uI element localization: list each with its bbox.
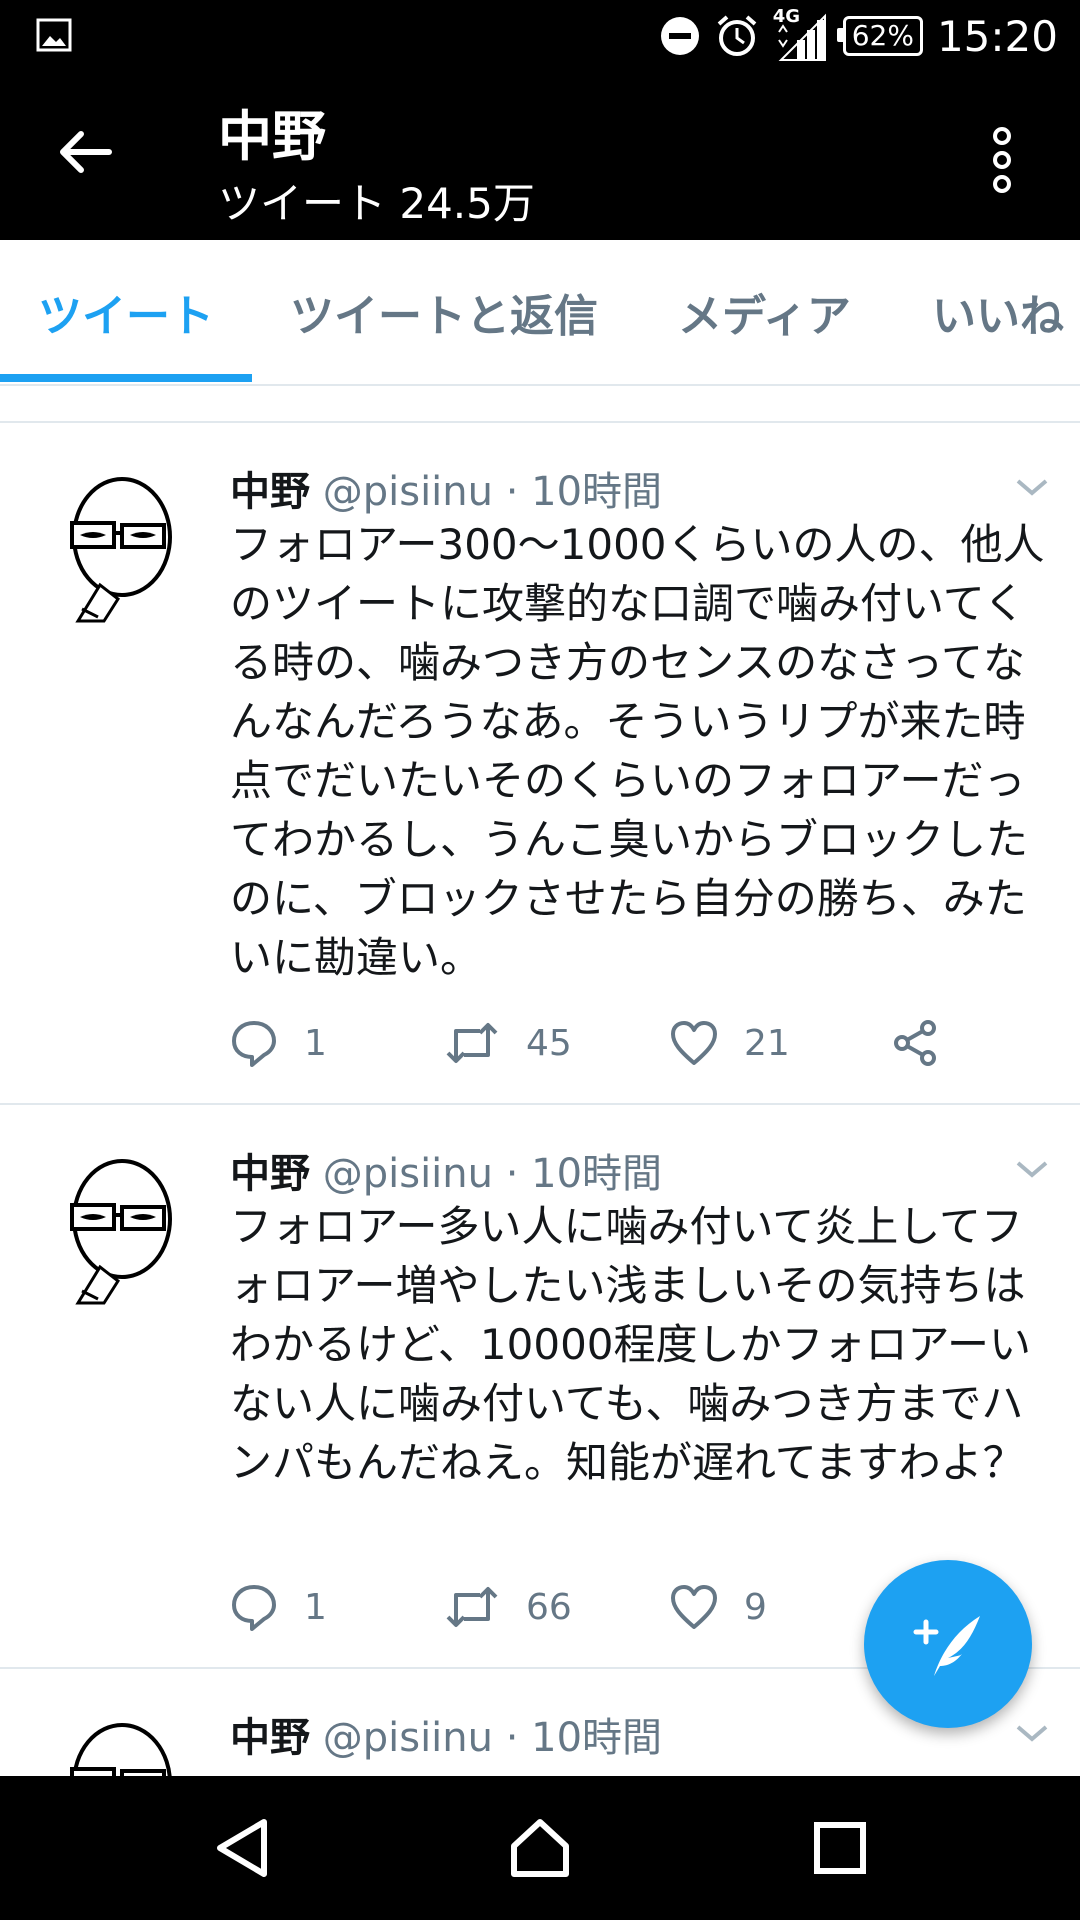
tweet-header: 中野 @pisiinu · 10時間 (230, 459, 662, 517)
active-tab-indicator (0, 374, 252, 382)
chevron-down-icon[interactable] (1014, 1721, 1050, 1745)
profile-name: 中野 (218, 105, 326, 168)
avatar[interactable] (38, 1709, 198, 1776)
chevron-down-icon[interactable] (1014, 1157, 1050, 1181)
share-icon (894, 1020, 936, 1066)
nav-home-button[interactable] (490, 1806, 590, 1890)
tab-media[interactable]: メディア (678, 240, 851, 384)
reply-count: 1 (304, 1022, 327, 1064)
do-not-disturb-icon (660, 17, 699, 55)
tweet-header: 中野 @pisiinu · 10時間 (230, 1141, 662, 1199)
battery-icon: 62% (836, 16, 923, 56)
retweet-count: 45 (526, 1022, 572, 1064)
avatar[interactable] (38, 1145, 198, 1305)
tab-tweets-and-replies[interactable]: ツイートと返信 (290, 240, 598, 384)
more-vertical-icon (993, 127, 1011, 193)
retweet-button[interactable]: 66 (444, 1577, 572, 1637)
tweet-actions: 1 45 21 (230, 1013, 990, 1073)
tweet-text: フォロアー多い人に噛み付いて炎上してフォロアー増やしたい浅ましいその気持ちはわか… (230, 1202, 1031, 1487)
tweet-count: ツイート 24.5万 (218, 179, 535, 228)
recents-icon (814, 1822, 866, 1874)
tweet-author-name[interactable]: 中野 (230, 1151, 310, 1197)
tab-likes[interactable]: いいね (932, 240, 1064, 384)
retweet-count: 66 (526, 1586, 572, 1628)
like-button[interactable]: 21 (670, 1013, 790, 1073)
more-options-button[interactable] (972, 120, 1032, 200)
nav-recents-button[interactable] (790, 1806, 890, 1890)
share-button[interactable] (890, 1013, 940, 1073)
heart-icon (671, 1021, 717, 1065)
reply-button[interactable]: 1 (230, 1013, 327, 1073)
profile-tabs: ツイート ツイートと返信 メディア いいね (0, 240, 1080, 386)
compose-tweet-icon (913, 1616, 980, 1676)
tweet-author-name[interactable]: 中野 (230, 1715, 310, 1761)
tweet-author-name[interactable]: 中野 (230, 469, 310, 515)
tweet-meta: @pisiinu · 10時間 (322, 469, 663, 515)
clock: 15:20 (936, 11, 1058, 61)
nav-back-button[interactable] (192, 1806, 292, 1890)
back-arrow-icon (60, 131, 112, 173)
retweet-button[interactable]: 45 (444, 1013, 572, 1073)
like-button[interactable]: 9 (670, 1577, 767, 1637)
tweet-header: 中野 @pisiinu · 10時間 (230, 1705, 662, 1763)
reply-button[interactable]: 1 (230, 1577, 327, 1637)
system-nav-bar (0, 1776, 1080, 1920)
back-button[interactable] (40, 112, 130, 192)
battery-level: 62% (851, 19, 914, 52)
retweet-icon (446, 1587, 498, 1627)
tweet-item[interactable]: 中野 @pisiinu · 10時間 フォロアー300〜1000くらいの人の、他… (0, 423, 1080, 1105)
reply-icon (232, 1585, 276, 1631)
tweet-meta: @pisiinu · 10時間 (322, 1715, 663, 1761)
tab-tweets[interactable]: ツイート (38, 240, 214, 384)
reply-icon (232, 1021, 276, 1067)
like-count: 21 (744, 1022, 790, 1064)
status-bar: 4G 62% 15:20 (0, 0, 1080, 72)
gallery-icon (36, 18, 72, 52)
compose-tweet-button[interactable] (864, 1560, 1032, 1728)
alarm-icon (717, 15, 757, 56)
chevron-down-icon[interactable] (1014, 475, 1050, 499)
reply-count: 1 (304, 1586, 327, 1628)
back-triangle-icon (217, 1819, 267, 1877)
like-count: 9 (744, 1586, 767, 1628)
heart-icon (671, 1585, 717, 1629)
home-icon (511, 1819, 569, 1877)
profile-header: 中野 ツイート 24.5万 (0, 72, 1080, 240)
avatar[interactable] (38, 463, 198, 623)
tweet-text: フォロアー300〜1000くらいの人の、他人のツイートに攻撃的な口調で噛み付いて… (230, 520, 1045, 982)
signal-icon: 4G (773, 6, 829, 62)
retweet-icon (446, 1023, 498, 1063)
tweet-meta: @pisiinu · 10時間 (322, 1151, 663, 1197)
